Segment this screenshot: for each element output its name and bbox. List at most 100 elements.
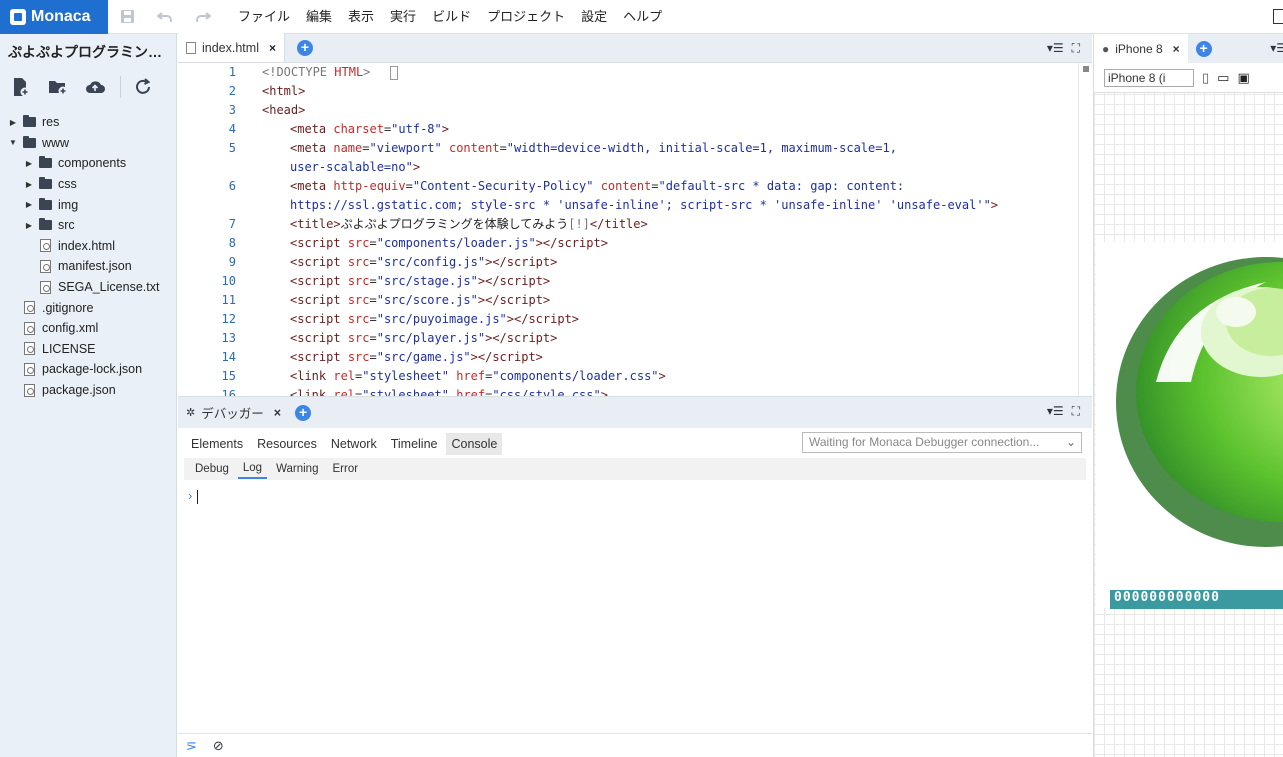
tree-item[interactable]: ▶ img (0, 194, 176, 215)
code-line[interactable]: 2 <html> (178, 82, 1078, 101)
close-icon[interactable]: × (1173, 42, 1180, 56)
tab-debugger[interactable]: ✲ デバッガー × (178, 397, 290, 428)
menu-item-project[interactable]: プロジェクト (479, 0, 573, 34)
maximize-icon[interactable]: ⛶ (1072, 41, 1080, 56)
folder-icon-shape (22, 115, 36, 128)
menu-item-build[interactable]: ビルド (424, 0, 479, 34)
tree-item[interactable]: manifest.json (0, 256, 176, 277)
caret-right-icon[interactable]: ▶ (8, 118, 18, 127)
menu-item-help[interactable]: ヘルプ (615, 0, 670, 34)
file-icon-shape (23, 362, 35, 376)
code-line[interactable]: 11 <script src="src/score.js"></script> (178, 291, 1078, 310)
menu-item-run[interactable]: 実行 (382, 0, 424, 34)
code-line[interactable]: 4 <meta charset="utf-8"> (178, 120, 1078, 139)
tree-item[interactable]: ▶ res (0, 112, 176, 133)
toolbar-divider (119, 76, 121, 98)
editor-tab-tools: ▾☰ ⛶ (1047, 41, 1080, 56)
code-line[interactable]: 10 <script src="src/stage.js"></script> (178, 272, 1078, 291)
nav-network[interactable]: Network (326, 433, 382, 455)
undo-icon[interactable] (146, 0, 184, 34)
tab-iphone-8[interactable]: ● iPhone 8 × (1094, 34, 1188, 63)
tree-item[interactable]: ▶ src (0, 215, 176, 236)
clear-console-icon[interactable]: ⊘ (213, 738, 224, 754)
code-line[interactable]: 15 <link rel="stylesheet" href="component… (178, 367, 1078, 386)
code-line[interactable]: 8 <script src="components/loader.js"></sc… (178, 234, 1078, 253)
tree-item[interactable]: package.json (0, 380, 176, 401)
code-area[interactable]: 1 <!DOCTYPE HTML> 2 <html> 3 <head> 4 <meta cha… (178, 63, 1078, 396)
tab-index-html[interactable]: index.html × (178, 33, 285, 62)
tree-item[interactable]: ▶ components (0, 153, 176, 174)
level-error[interactable]: Error (327, 460, 363, 478)
tree-item[interactable]: config.xml (0, 318, 176, 339)
nav-resources[interactable]: Resources (252, 433, 322, 455)
close-icon[interactable]: × (274, 406, 281, 420)
caret-right-icon[interactable]: ▶ (24, 159, 34, 168)
tree-item[interactable]: package-lock.json (0, 359, 176, 380)
maximize-icon[interactable]: ⛶ (1072, 404, 1080, 419)
nav-timeline[interactable]: Timeline (386, 433, 443, 455)
redo-icon[interactable] (184, 0, 222, 34)
tab-list-icon[interactable]: ▾☰ (1270, 41, 1283, 55)
level-warning[interactable]: Warning (271, 460, 323, 478)
code-text: <script src="src/score.js"></script> (290, 293, 551, 307)
folder-icon (38, 197, 52, 211)
caret-right-icon[interactable]: ▶ (24, 200, 34, 209)
folder-icon (22, 135, 36, 149)
add-tab-button[interactable]: + (295, 404, 312, 421)
monaca-logo[interactable]: Monaca (0, 0, 108, 34)
add-tab-button[interactable]: + (1195, 40, 1212, 57)
console-input[interactable]: › (188, 488, 1082, 504)
code-line[interactable]: 1 <!DOCTYPE HTML> (178, 63, 1078, 82)
code-line[interactable]: 12 <script src="src/puyoimage.js"></scrip… (178, 310, 1078, 329)
code-line[interactable]: 7 <title>ぷよぷよプログラミングを体験してみよう[!]</title> (178, 215, 1078, 234)
landscape-icon[interactable]: ▭ (1217, 70, 1229, 86)
screenshot-icon[interactable]: ▣ (1237, 70, 1249, 86)
console-prompt-icon[interactable]: ⋝ (186, 738, 197, 754)
caret-right-icon[interactable]: ▶ (24, 180, 34, 189)
refresh-icon[interactable] (131, 76, 156, 98)
menu-item-settings[interactable]: 設定 (573, 0, 615, 34)
file-icon (22, 362, 36, 376)
code-line[interactable]: 13 <script src="src/player.js"></script> (178, 329, 1078, 348)
portrait-icon[interactable]: ▯ (1202, 70, 1209, 86)
editor-scrollbar[interactable] (1078, 63, 1092, 396)
upload-icon[interactable] (83, 76, 108, 98)
code-line[interactable]: https://ssl.gstatic.com; style-src * 'un… (178, 196, 1078, 215)
line-number: 10 (221, 274, 236, 288)
device-screen[interactable] (1096, 242, 1283, 608)
code-line[interactable]: 3 <head> (178, 101, 1078, 120)
code-line[interactable]: 16 <link rel="stylesheet" href="css/style… (178, 386, 1078, 396)
tree-item[interactable]: SEGA_License.txt (0, 277, 176, 298)
level-debug[interactable]: Debug (190, 460, 234, 478)
menu-item-edit[interactable]: 編集 (298, 0, 340, 34)
new-folder-icon[interactable] (45, 76, 70, 98)
debugger-panel: ✲ デバッガー × + ▾☰ ⛶ Elements Resources Netw… (178, 396, 1092, 757)
menu-item-file[interactable]: ファイル (230, 0, 298, 34)
caret-down-icon[interactable]: ▼ (8, 138, 18, 147)
add-tab-button[interactable]: + (297, 40, 313, 56)
code-line[interactable]: 6 <meta http-equiv="Content-Security-Poli… (178, 177, 1078, 196)
debugger-connection-select[interactable]: Waiting for Monaca Debugger connection..… (802, 432, 1082, 453)
tree-item[interactable]: ▼ www (0, 133, 176, 154)
code-line[interactable]: 9 <script src="src/config.js"></script> (178, 253, 1078, 272)
tree-item[interactable]: LICENSE (0, 339, 176, 360)
level-log[interactable]: Log (237, 459, 268, 479)
code-line[interactable]: user-scalable=no"> (178, 158, 1078, 177)
tree-item[interactable]: index.html (0, 236, 176, 257)
caret-right-icon[interactable]: ▶ (24, 221, 34, 230)
tab-list-icon[interactable]: ▾☰ (1047, 41, 1064, 56)
new-file-icon[interactable] (8, 76, 33, 98)
file-icon (22, 383, 36, 397)
code-line[interactable]: 14 <script src="src/game.js"></script> (178, 348, 1078, 367)
close-icon[interactable]: × (269, 41, 276, 55)
code-line[interactable]: 5 <meta name="viewport" content="width=de… (178, 139, 1078, 158)
nav-elements[interactable]: Elements (186, 433, 248, 455)
tree-item[interactable]: ▶ css (0, 174, 176, 195)
tab-list-icon[interactable]: ▾☰ (1047, 404, 1064, 419)
save-icon[interactable] (108, 0, 146, 34)
code-text: https://ssl.gstatic.com; style-src * 'un… (290, 198, 999, 212)
tree-item[interactable]: .gitignore (0, 297, 176, 318)
device-select[interactable]: iPhone 8 (i (1104, 68, 1194, 87)
menu-item-view[interactable]: 表示 (340, 0, 382, 34)
nav-console[interactable]: Console (446, 433, 503, 455)
